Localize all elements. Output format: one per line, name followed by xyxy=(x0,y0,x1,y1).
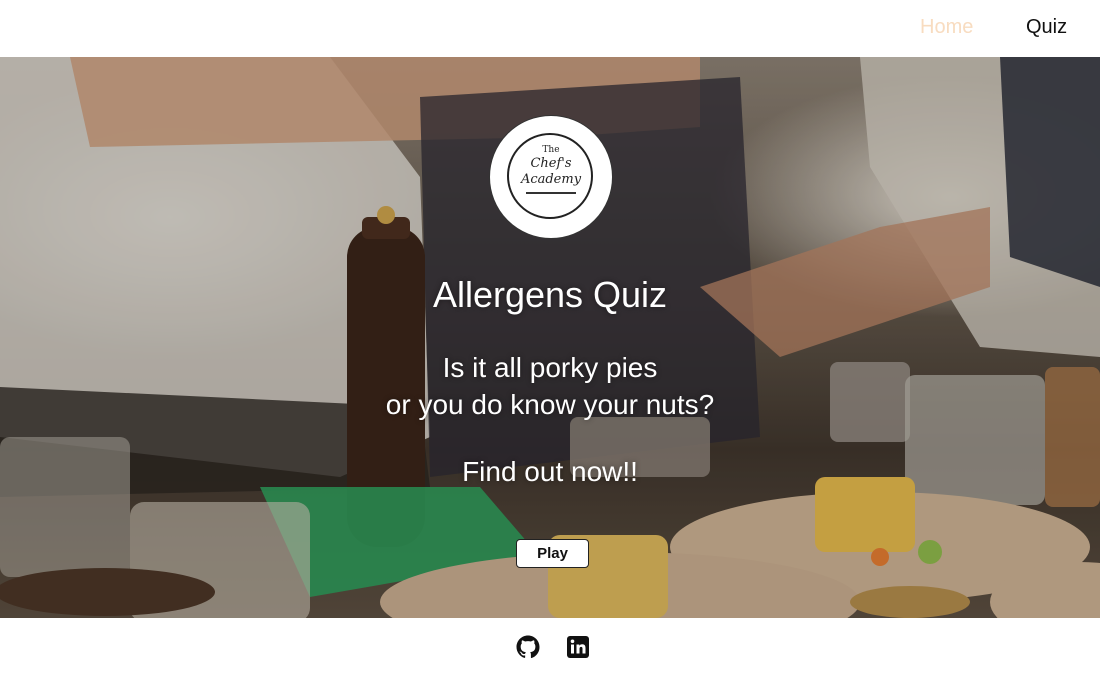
linkedin-icon[interactable] xyxy=(566,635,590,659)
logo-line-1: The xyxy=(542,145,560,155)
subtitle-line-1: Is it all porky pies xyxy=(442,352,658,383)
knife-icon xyxy=(526,192,576,194)
play-button[interactable]: Play xyxy=(516,539,589,568)
footer xyxy=(0,618,1100,700)
subtitle-line-2: or you do know your nuts? xyxy=(385,389,715,420)
hero-section: The Chef's Academy Allergens Quiz Is it … xyxy=(0,57,1100,618)
logo-line-3: Academy xyxy=(520,172,582,187)
chefs-academy-logo: The Chef's Academy xyxy=(489,115,613,239)
call-to-action-text: Find out now!! xyxy=(462,456,638,487)
logo-line-2: Chef's xyxy=(530,156,572,171)
github-icon[interactable] xyxy=(516,635,540,659)
nav-quiz-link[interactable]: Quiz xyxy=(1026,16,1067,39)
nav-home-link[interactable]: Home xyxy=(920,16,973,39)
top-navigation: Home Quiz xyxy=(0,0,1100,57)
hero-subtitle: Is it all porky pies or you do know your… xyxy=(0,349,1100,423)
page-title: Allergens Quiz xyxy=(432,274,668,315)
